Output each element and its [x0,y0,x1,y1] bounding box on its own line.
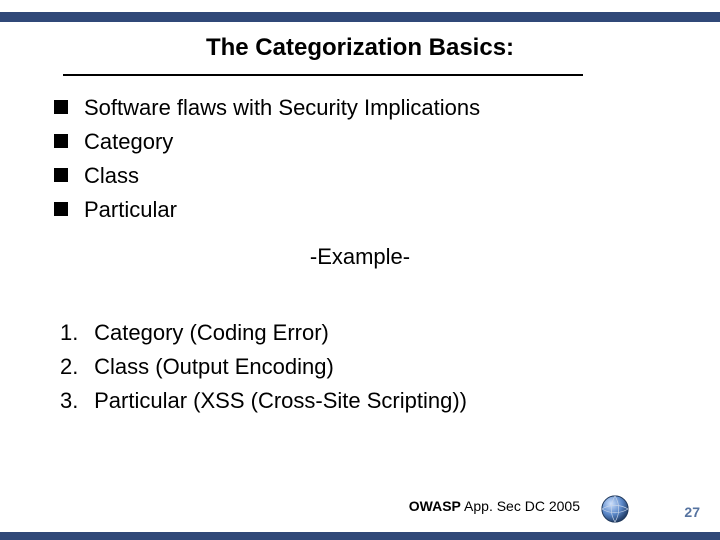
square-bullet-icon [54,100,68,114]
item-text: Class (Output Encoding) [94,354,334,379]
square-bullet-icon [54,202,68,216]
globe-icon [600,494,630,524]
title-underline [63,74,583,76]
list-item: 2. Class (Output Encoding) [60,350,670,384]
slide-content: Software flaws with Security Implication… [50,92,670,418]
bullet-text: Particular [84,197,177,222]
numbered-list: 1. Category (Coding Error) 2. Class (Out… [50,316,670,418]
list-item: 1. Category (Coding Error) [60,316,670,350]
bullet-text: Software flaws with Security Implication… [84,95,480,120]
item-number: 3. [60,384,88,418]
page-number: 27 [684,504,700,520]
item-text: Category (Coding Error) [94,320,329,345]
list-item: Software flaws with Security Implication… [50,92,670,124]
square-bullet-icon [54,168,68,182]
slide-title: The Categorization Basics: [0,34,720,62]
bullet-list: Software flaws with Security Implication… [50,92,670,226]
item-text: Particular (XSS (Cross-Site Scripting)) [94,388,467,413]
example-label: -Example- [50,244,670,270]
list-item: 3. Particular (XSS (Cross-Site Scripting… [60,384,670,418]
bottom-accent-bar [0,532,720,540]
footer-org: OWASP [409,498,461,514]
item-number: 2. [60,350,88,384]
list-item: Class [50,160,670,192]
item-number: 1. [60,316,88,350]
footer-text: OWASP App. Sec DC 2005 [409,498,580,514]
list-item: Category [50,126,670,158]
square-bullet-icon [54,134,68,148]
footer-event: App. Sec DC 2005 [464,498,580,514]
bullet-text: Category [84,129,173,154]
bullet-text: Class [84,163,139,188]
slide: The Categorization Basics: Software flaw… [0,0,720,540]
list-item: Particular [50,194,670,226]
top-accent-bar [0,12,720,22]
